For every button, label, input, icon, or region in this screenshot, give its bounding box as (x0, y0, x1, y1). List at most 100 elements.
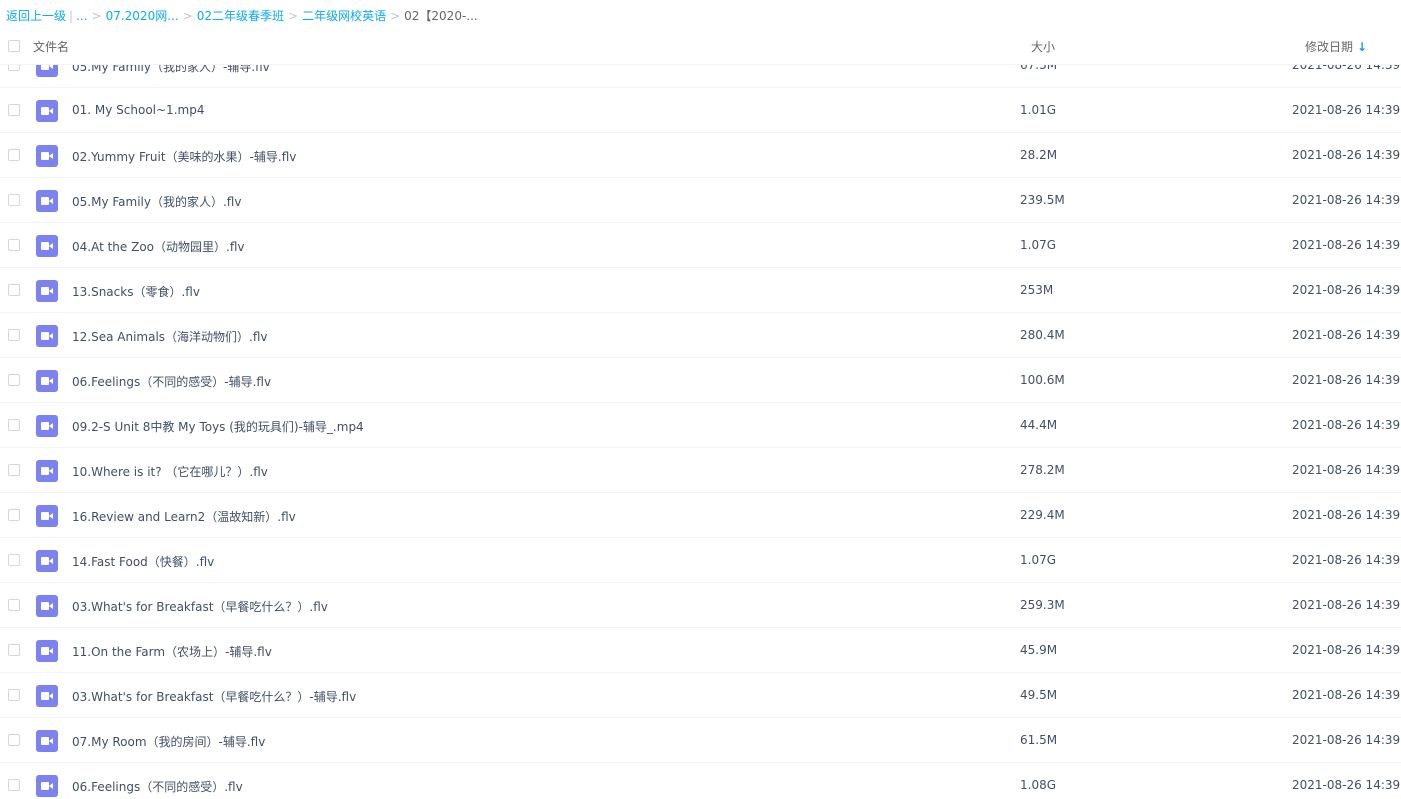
breadcrumb-current: 02【2020-... (404, 9, 478, 23)
row-checkbox[interactable] (8, 599, 20, 611)
file-row[interactable]: 09.2-S Unit 8中教 My Toys (我的玩具们)-辅导_.mp4 4… (0, 403, 1401, 448)
file-rows: 05.My Family（我的家人）-辅导.flv 67.3M 2021-08-26… (0, 44, 1401, 799)
breadcrumb-ellipsis[interactable]: ... (76, 9, 87, 23)
camera-lens-shape (49, 693, 53, 699)
video-file-icon (36, 505, 58, 527)
row-checkbox[interactable] (8, 509, 20, 521)
camera-lens-shape (49, 288, 53, 294)
file-size: 1.08G (1020, 778, 1057, 792)
camera-body-shape (41, 647, 49, 655)
file-list[interactable]: 05.My Family（我的家人）-辅导.flv 67.3M 2021-08-26… (0, 44, 1401, 799)
row-checkbox[interactable] (8, 734, 20, 746)
row-checkbox[interactable] (8, 239, 20, 251)
file-name[interactable]: 13.Snacks（零食）.flv (72, 283, 200, 300)
row-checkbox[interactable] (8, 374, 20, 386)
breadcrumb-divider: | (69, 9, 74, 23)
column-header-name[interactable]: 文件名 (33, 38, 69, 55)
row-checkbox[interactable] (8, 149, 20, 161)
video-file-icon (36, 595, 58, 617)
file-name[interactable]: 11.On the Farm（农场上）-辅导.flv (72, 643, 272, 660)
file-name[interactable]: 14.Fast Food（快餐）.flv (72, 553, 214, 570)
file-name[interactable]: 01. My School~1.mp4 (72, 103, 204, 117)
file-row[interactable]: 14.Fast Food（快餐）.flv 1.07G 2021-08-26 14:3… (0, 538, 1401, 583)
file-row[interactable]: 12.Sea Animals（海洋动物们）.flv 280.4M 2021-08-2… (0, 313, 1401, 358)
file-modified-date: 2021-08-26 14:39 (1292, 733, 1401, 747)
file-name[interactable]: 03.What's for Breakfast（早餐吃什么？）.flv (72, 598, 328, 615)
breadcrumb-item-3[interactable]: 二年级网校英语 (302, 9, 386, 23)
camera-lens-shape (49, 153, 53, 159)
back-link[interactable]: 返回上一级 (6, 9, 66, 23)
file-row[interactable]: 16.Review and Learn2（温故知新）.flv 229.4M 2021… (0, 493, 1401, 538)
file-size: 229.4M (1020, 508, 1065, 522)
file-row[interactable]: 06.Feelings（不同的感受）-辅导.flv 100.6M 2021-08-2… (0, 358, 1401, 403)
video-file-icon (36, 190, 58, 212)
camera-lens-shape (49, 783, 53, 789)
file-row[interactable]: 01. My School~1.mp4 1.01G 2021-08-26 14:39 (0, 88, 1401, 133)
file-name[interactable]: 05.My Family（我的家人）.flv (72, 193, 241, 210)
file-name[interactable]: 07.My Room（我的房间）-辅导.flv (72, 733, 265, 750)
column-header-size[interactable]: 大小 (1031, 38, 1055, 55)
file-row[interactable]: 04.At the Zoo（动物园里）.flv 1.07G 2021-08-26 1… (0, 223, 1401, 268)
file-name[interactable]: 16.Review and Learn2（温故知新）.flv (72, 508, 296, 525)
camera-body-shape (41, 377, 49, 385)
file-row[interactable]: 13.Snacks（零食）.flv 253M 2021-08-26 14:39 (0, 268, 1401, 313)
file-name[interactable]: 09.2-S Unit 8中教 My Toys (我的玩具们)-辅导_.mp4 (72, 418, 364, 435)
file-name[interactable]: 06.Feelings（不同的感受）-辅导.flv (72, 373, 271, 390)
file-size: 1.01G (1020, 103, 1057, 117)
file-name[interactable]: 10.Where is it? （它在哪儿？）.flv (72, 463, 268, 480)
row-checkbox[interactable] (8, 194, 20, 206)
file-modified-date: 2021-08-26 14:39 (1292, 238, 1401, 252)
file-row[interactable]: 02.Yummy Fruit（美味的水果）-辅导.flv 28.2M 2021-08… (0, 133, 1401, 178)
file-name[interactable]: 04.At the Zoo（动物园里）.flv (72, 238, 245, 255)
row-checkbox[interactable] (8, 644, 20, 656)
file-size: 49.5M (1020, 688, 1058, 702)
row-checkbox[interactable] (8, 104, 20, 116)
file-row[interactable]: 11.On the Farm（农场上）-辅导.flv 45.9M 2021-08-2… (0, 628, 1401, 673)
breadcrumb-item-2[interactable]: 02二年级春季班 (197, 9, 284, 23)
row-checkbox[interactable] (8, 329, 20, 341)
row-checkbox[interactable] (8, 554, 20, 566)
video-file-icon (36, 145, 58, 167)
camera-lens-shape (49, 108, 53, 114)
file-name[interactable]: 03.What's for Breakfast（早餐吃什么？）-辅导.flv (72, 688, 356, 705)
file-modified-date: 2021-08-26 14:39 (1292, 598, 1401, 612)
file-name[interactable]: 02.Yummy Fruit（美味的水果）-辅导.flv (72, 148, 296, 165)
file-modified-date: 2021-08-26 14:39 (1292, 148, 1401, 162)
file-row[interactable]: 07.My Room（我的房间）-辅导.flv 61.5M 2021-08-26 1… (0, 718, 1401, 763)
file-list-header: 文件名 大小 修改日期 ↓ (0, 31, 1401, 65)
row-checkbox[interactable] (8, 779, 20, 791)
file-name[interactable]: 06.Feelings（不同的感受）.flv (72, 778, 243, 795)
column-header-date[interactable]: 修改日期 ↓ (1305, 38, 1367, 55)
select-all-checkbox[interactable] (8, 40, 20, 52)
file-name[interactable]: 12.Sea Animals（海洋动物们）.flv (72, 328, 268, 345)
video-file-icon (36, 325, 58, 347)
row-checkbox[interactable] (8, 419, 20, 431)
file-row[interactable]: 06.Feelings（不同的感受）.flv 1.08G 2021-08-26 14… (0, 763, 1401, 799)
breadcrumb: 返回上一级 |... >07.2020网... >02二年级春季班 > 二年级网校英语 >0… (6, 8, 478, 24)
video-file-icon (36, 235, 58, 257)
file-modified-date: 2021-08-26 14:39 (1292, 328, 1401, 342)
row-checkbox[interactable] (8, 689, 20, 701)
camera-body-shape (41, 557, 49, 565)
row-checkbox[interactable] (8, 464, 20, 476)
video-file-icon (36, 550, 58, 572)
row-checkbox[interactable] (8, 284, 20, 296)
camera-body-shape (41, 197, 49, 205)
camera-body-shape (41, 737, 49, 745)
breadcrumb-separator: > (91, 9, 102, 23)
file-row[interactable]: 03.What's for Breakfast（早餐吃什么？）-辅导.flv 49… (0, 673, 1401, 718)
camera-body-shape (41, 782, 49, 790)
file-modified-date: 2021-08-26 14:39 (1292, 418, 1401, 432)
camera-lens-shape (49, 333, 53, 339)
breadcrumb-item-1[interactable]: 07.2020网... (106, 9, 179, 23)
file-row[interactable]: 10.Where is it? （它在哪儿？）.flv 278.2M 2021-08… (0, 448, 1401, 493)
file-row[interactable]: 05.My Family（我的家人）.flv 239.5M 2021-08-26 1… (0, 178, 1401, 223)
video-file-icon (36, 775, 58, 797)
video-file-icon (36, 640, 58, 662)
breadcrumb-separator: > (390, 9, 401, 23)
file-size: 278.2M (1020, 463, 1065, 477)
camera-body-shape (41, 242, 49, 250)
column-header-date-label: 修改日期 (1305, 40, 1354, 54)
file-modified-date: 2021-08-26 14:39 (1292, 688, 1401, 702)
file-row[interactable]: 03.What's for Breakfast（早餐吃什么？）.flv 259.3… (0, 583, 1401, 628)
